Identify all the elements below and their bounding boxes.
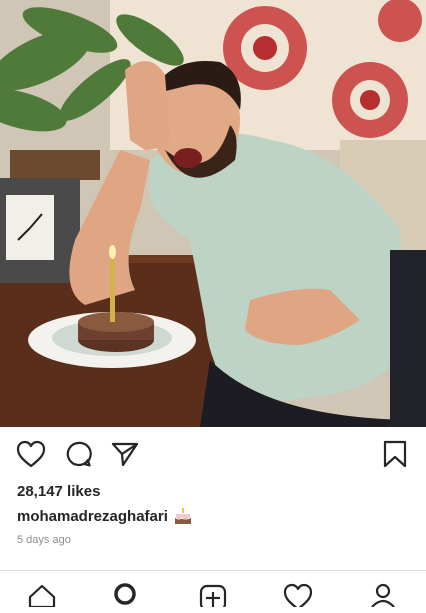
activity-heart-icon[interactable] — [283, 583, 313, 613]
paper-plane-icon[interactable] — [110, 439, 140, 469]
likes-count[interactable]: 28,147 likes — [17, 483, 100, 500]
home-icon[interactable] — [27, 583, 57, 613]
post-timestamp: 5 days ago — [17, 534, 71, 546]
profile-icon[interactable] — [368, 583, 398, 613]
post-photo[interactable] — [0, 0, 426, 427]
add-post-icon[interactable] — [198, 583, 228, 613]
heart-icon[interactable] — [16, 439, 46, 469]
post-photo-illustration — [0, 0, 426, 427]
comment-icon[interactable] — [63, 439, 93, 469]
post-action-bar — [0, 427, 426, 483]
bookmark-icon[interactable] — [380, 439, 410, 469]
bottom-navigation — [0, 570, 426, 607]
post-caption: mohamadrezaghafari — [17, 507, 192, 525]
birthday-cake-icon — [174, 507, 192, 525]
username[interactable]: mohamadrezaghafari — [17, 508, 168, 525]
search-icon[interactable] — [110, 583, 140, 613]
